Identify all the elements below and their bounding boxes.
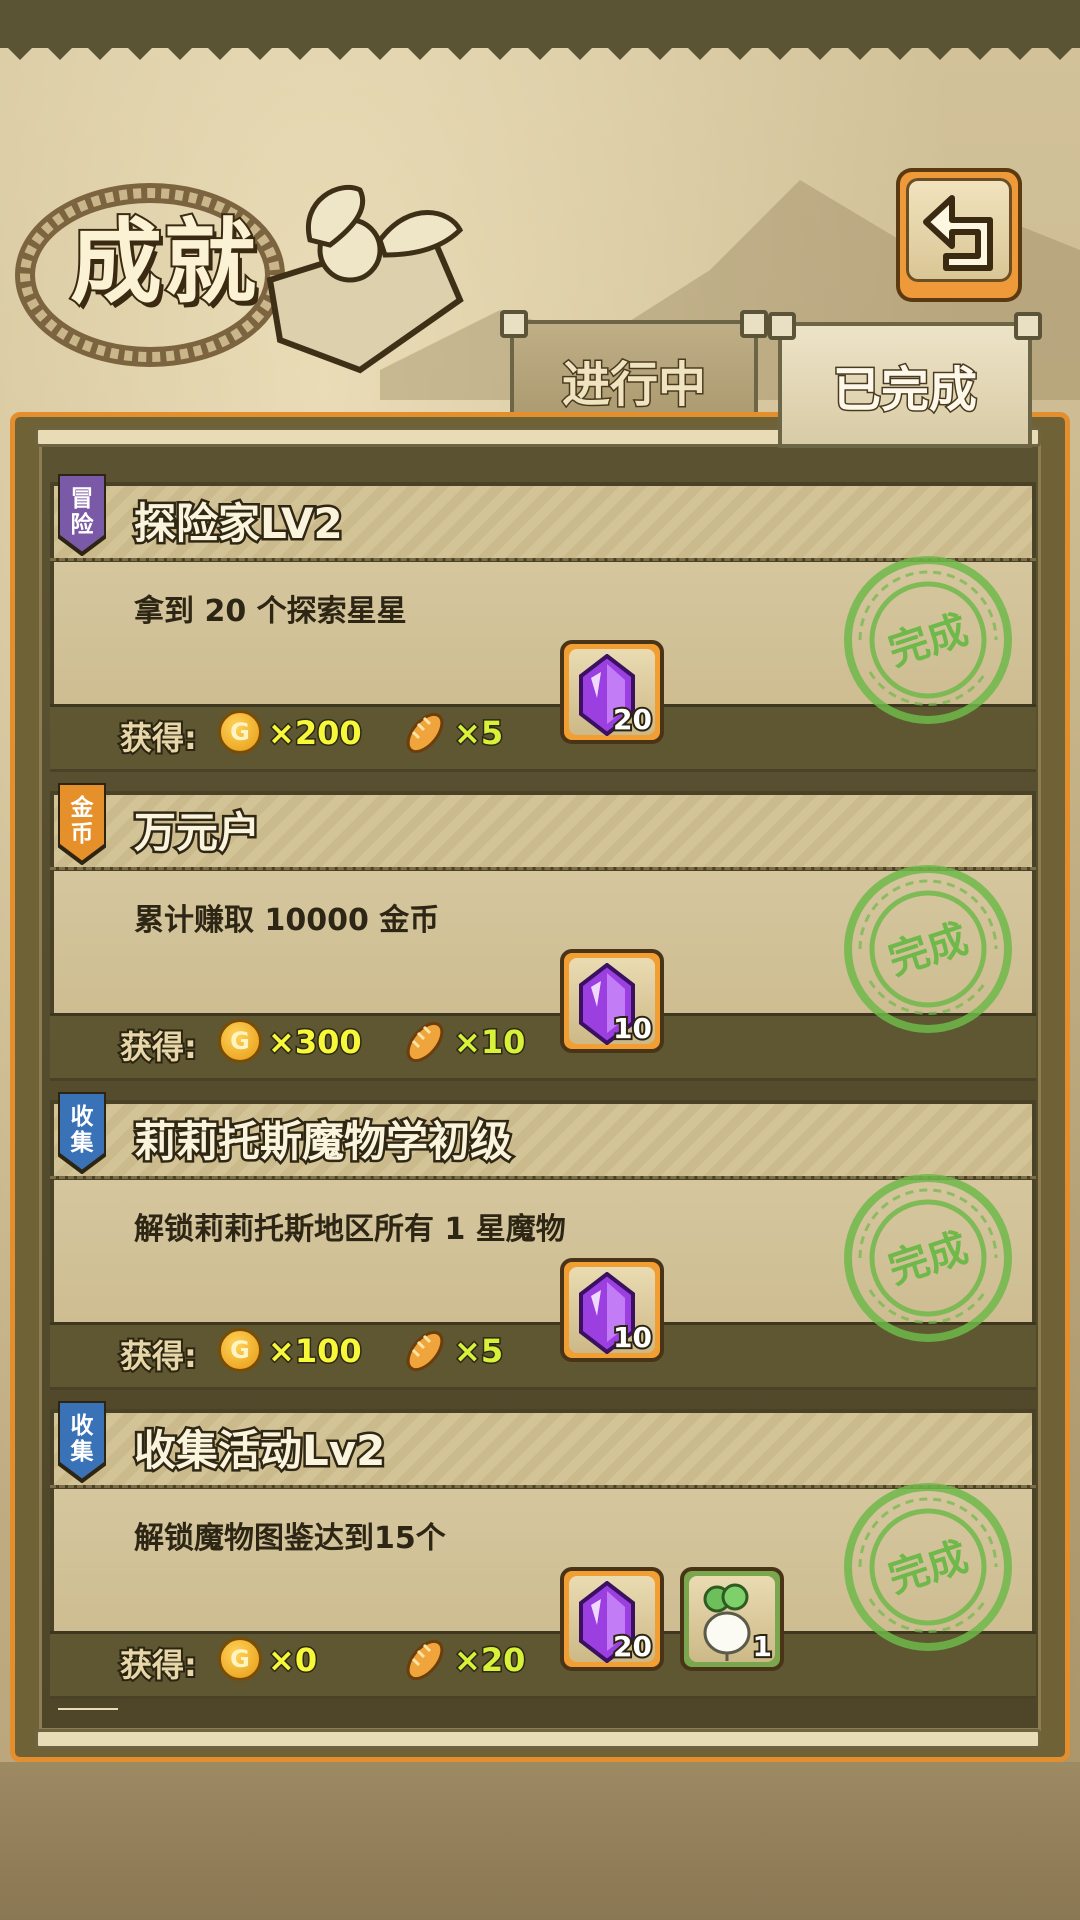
gem-reward-count: 20 <box>611 1628 654 1665</box>
category-badge-label: 收集 <box>70 1104 94 1156</box>
achievement-title: 莉莉托斯魔物学初级 <box>131 1115 514 1169</box>
tab-cap <box>740 310 768 338</box>
gem-reward-count: 10 <box>611 1010 654 1047</box>
bread-icon <box>406 712 444 754</box>
tab-cap <box>500 310 528 338</box>
gem-reward-slot[interactable]: 20 <box>560 1567 664 1671</box>
bread-icon <box>406 1639 444 1681</box>
coin-reward-amount: ×0 <box>266 1640 318 1681</box>
reward-label: 获得: <box>118 1644 199 1686</box>
gold-coin-icon: G <box>218 1328 262 1372</box>
reward-label: 获得: <box>118 1335 199 1377</box>
bread-icon <box>406 1330 444 1372</box>
tab-completed[interactable]: 已完成 <box>768 312 1042 448</box>
gem-reward-slot[interactable]: 10 <box>560 1258 664 1362</box>
category-badge-label: 冒险 <box>70 486 94 538</box>
coin-reward-amount: ×300 <box>267 1022 364 1063</box>
back-button[interactable] <box>896 168 1022 302</box>
tab-cap <box>768 312 796 340</box>
category-badge-label: 金币 <box>70 795 94 847</box>
achievement-title: 万元户 <box>131 806 262 860</box>
achievement-card[interactable]: 收集 收集活动Lv2 解锁魔物图鉴达到15个 获得: G ×0 ×20 20 1… <box>50 1401 1036 1699</box>
bread-reward-amount: ×5 <box>452 713 504 754</box>
reward-label: 获得: <box>118 717 199 759</box>
stamp-text: 完成 <box>883 916 973 984</box>
mission-complete-stamp-icon: 完成 <box>844 556 1012 724</box>
tab-cap <box>1014 312 1042 340</box>
gem-reward-slot[interactable]: 20 <box>560 640 664 744</box>
bread-icon <box>406 1021 444 1063</box>
achievement-description: 解锁莉莉托斯地区所有 1 星魔物 <box>134 1212 566 1247</box>
turnip-reward-count: 1 <box>750 1628 774 1665</box>
achievement-description: 拿到 20 个探索星星 <box>134 594 407 629</box>
top-zigzag-border <box>0 30 1080 60</box>
gem-reward-slot[interactable]: 10 <box>560 949 664 1053</box>
bottom-background <box>0 1762 1080 1920</box>
bread-reward-amount: ×5 <box>452 1331 504 1372</box>
achievement-card[interactable]: 金币 万元户 累计赚取 10000 金币 获得: G ×300 ×10 10 完… <box>50 783 1036 1081</box>
turnip-reward-slot[interactable]: 1 <box>680 1567 784 1671</box>
tab-in-progress-label: 进行中 <box>560 356 707 415</box>
stamp-text: 完成 <box>883 1534 973 1602</box>
gem-reward-count: 20 <box>611 701 654 738</box>
coin-reward-amount: ×100 <box>267 1331 364 1372</box>
mission-complete-stamp-icon: 完成 <box>844 1174 1012 1342</box>
achievement-card[interactable]: 冒险 探险家LV2 拿到 20 个探索星星 获得: G ×200 ×5 20 完… <box>50 474 1036 772</box>
mission-complete-stamp-icon: 完成 <box>844 1483 1012 1651</box>
reward-label: 获得: <box>118 1026 199 1068</box>
return-arrow-icon <box>923 195 993 271</box>
mission-complete-stamp-icon: 完成 <box>844 865 1012 1033</box>
stamp-text: 完成 <box>883 607 973 675</box>
list-end-marker <box>58 1708 118 1710</box>
achievement-description: 解锁魔物图鉴达到15个 <box>134 1521 446 1556</box>
gold-coin-icon: G <box>218 1637 262 1681</box>
page-title: 成就 <box>68 206 259 318</box>
gold-coin-icon: G <box>218 1019 262 1063</box>
stamp-text: 完成 <box>883 1225 973 1293</box>
achievement-title: 探险家LV2 <box>132 497 346 551</box>
achievement-card[interactable]: 收集 莉莉托斯魔物学初级 解锁莉莉托斯地区所有 1 星魔物 获得: G ×100… <box>50 1092 1036 1390</box>
panel-bottom-rail <box>35 1729 1041 1749</box>
turnip-icon <box>703 1583 751 1661</box>
gem-reward-count: 10 <box>611 1319 654 1356</box>
bread-reward-amount: ×20 <box>452 1640 526 1681</box>
bread-reward-amount: ×10 <box>452 1022 526 1063</box>
achievement-title: 收集活动Lv2 <box>131 1424 387 1478</box>
coin-reward-amount: ×200 <box>267 713 364 754</box>
achievement-description: 累计赚取 10000 金币 <box>134 903 440 938</box>
category-badge-label: 收集 <box>70 1413 94 1465</box>
tab-completed-label: 已完成 <box>831 361 978 420</box>
gold-coin-icon: G <box>218 710 262 754</box>
